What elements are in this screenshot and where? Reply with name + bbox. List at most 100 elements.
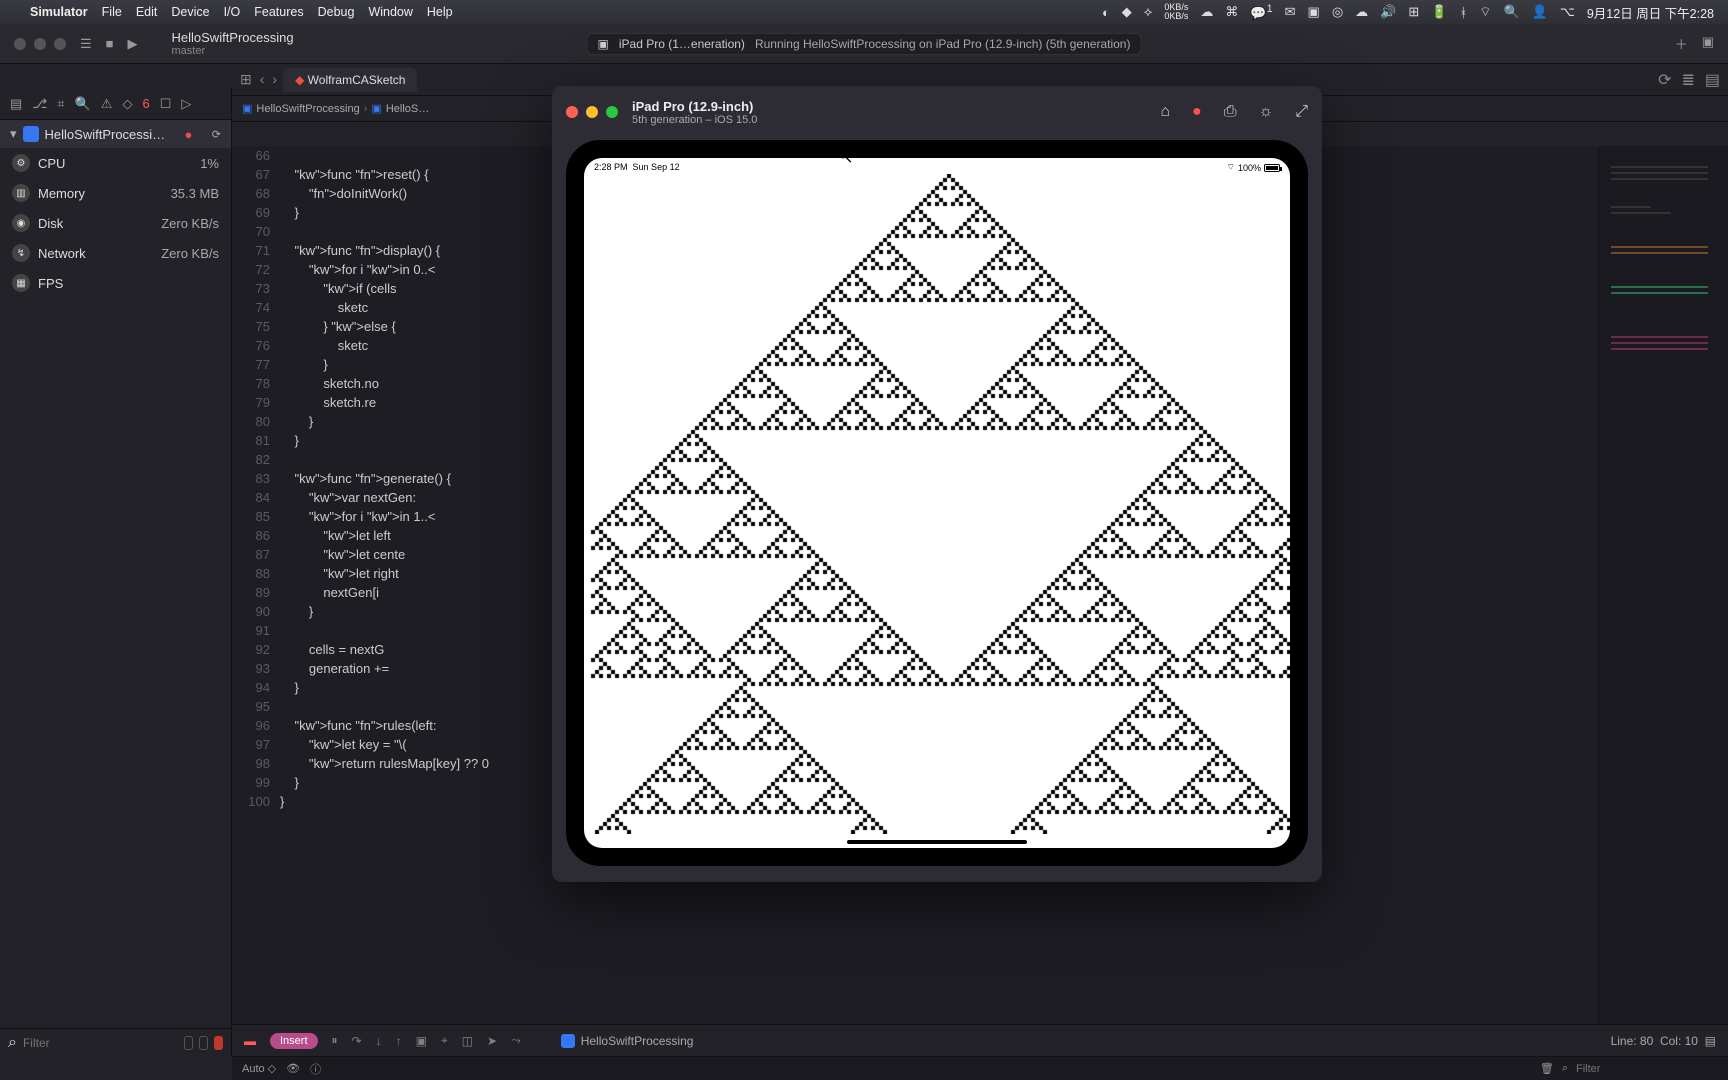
home-indicator[interactable] [847, 840, 1027, 844]
rotate-icon[interactable]: ⤢ [1295, 103, 1308, 121]
appearance-icon[interactable]: ☼ [1259, 103, 1274, 121]
symbol-icon[interactable]: ⌗ [57, 96, 64, 112]
network-speed-icon[interactable]: 0KB/s0KB/s [1164, 3, 1188, 21]
menubar-clock[interactable]: 9月12日 周日 下午2:28 [1587, 3, 1714, 22]
refresh-icon[interactable]: ⟳ [212, 128, 221, 141]
menubar-extra-icon[interactable]: ⌘ [1225, 4, 1238, 20]
menu-io[interactable]: I/O [224, 5, 241, 19]
test-icon[interactable]: ◇ [122, 96, 132, 112]
spotlight-icon[interactable]: 🔍 [1504, 4, 1520, 20]
screenshot-icon[interactable]: ⎙ [1224, 103, 1237, 121]
minimize-icon[interactable] [586, 106, 598, 118]
window-traffic-lights[interactable] [14, 38, 66, 50]
trash-icon[interactable]: 🗑 [1540, 1062, 1554, 1075]
step-out-icon[interactable]: ↑ [396, 1034, 402, 1048]
menubar-extra-icon[interactable]: ☁ [1200, 4, 1213, 20]
menu-help[interactable]: Help [427, 5, 453, 19]
variables-view-mode[interactable]: Auto ◇ [242, 1062, 276, 1075]
jump-bar-nav[interactable]: ⊞‹› [240, 71, 277, 88]
step-into-icon[interactable]: ↓ [376, 1034, 382, 1048]
menubar-extra-icon[interactable]: ⟡ [1144, 4, 1153, 20]
env-overrides-icon[interactable]: ◫ [462, 1034, 473, 1048]
menubar-extra-icon[interactable]: ◎ [1332, 4, 1343, 20]
menubar-extra-icon[interactable]: 💬1 [1250, 3, 1272, 21]
activity-view[interactable]: ▣ iPad Pro (1…eneration) Running HelloSw… [587, 33, 1142, 55]
memory-graph-icon[interactable]: ⌖ [441, 1033, 448, 1048]
panel-icon[interactable]: ▤ [1705, 70, 1720, 90]
folder-icon[interactable]: ▤ [10, 96, 22, 112]
menubar-extra-icon[interactable]: ▣ [1308, 4, 1320, 20]
home-icon[interactable]: ⌂ [1160, 103, 1170, 121]
device-screen[interactable]: 2:28 PM Sun Sep 12 ⌔ 100% [584, 158, 1290, 848]
editor-tab[interactable]: ◆ WolframCASketch [283, 68, 417, 92]
gauge-memory[interactable]: ▥Memory35.3 MB [0, 178, 231, 208]
menubar-extra-icon[interactable]: ✉ [1285, 4, 1296, 20]
panel-icon[interactable]: ▤ [1705, 1034, 1716, 1048]
breakpoint-icon[interactable]: ▷ [181, 96, 191, 112]
menu-edit[interactable]: Edit [136, 5, 158, 19]
filter-scope-icon[interactable] [184, 1036, 193, 1050]
gauge-disk[interactable]: ◉DiskZero KB/s [0, 208, 231, 238]
simulate-icon[interactable]: ⤳ [511, 1033, 521, 1048]
list-icon[interactable]: ≣ [1681, 70, 1694, 90]
zoom-icon[interactable] [606, 106, 618, 118]
refresh-icon[interactable]: ⟳ [1658, 70, 1671, 90]
menubar-extra-icon[interactable]: ◐ [1102, 5, 1110, 20]
close-icon[interactable] [14, 38, 26, 50]
debug-session-row[interactable]: ▾ HelloSwiftProcessi… ● ⟳ [0, 120, 231, 148]
breakpoint-toggle-icon[interactable]: ▬ [244, 1034, 256, 1048]
navigator-selector[interactable]: ▤ ⎇ ⌗ 🔍 ⚠ ◇ 6 ☐ ▷ [0, 88, 231, 120]
minimap[interactable] [1598, 146, 1728, 1024]
wifi-icon[interactable]: ⌔ [1479, 4, 1491, 20]
find-icon[interactable]: 🔍 [75, 96, 91, 112]
metric-label: Disk [38, 216, 63, 231]
menu-device[interactable]: Device [171, 5, 209, 19]
location-icon[interactable]: ➤ [487, 1034, 497, 1048]
debug-icon[interactable]: ☐ [160, 96, 172, 112]
issue-icon[interactable]: ⚠ [101, 96, 113, 112]
crumb-item[interactable]: HelloS… [386, 103, 429, 115]
error-count[interactable]: 6 [142, 96, 149, 111]
process-selector[interactable]: HelloSwiftProcessing [561, 1034, 694, 1048]
menu-features[interactable]: Features [254, 5, 303, 19]
step-over-icon[interactable]: ↷ [352, 1034, 362, 1048]
pause-icon[interactable]: ⏸ [332, 1033, 338, 1048]
debug-view-icon[interactable]: ▣ [416, 1034, 427, 1048]
sidebar-toggle-icon[interactable]: ☰ [80, 36, 92, 52]
record-icon[interactable]: ● [1192, 103, 1202, 121]
stop-button[interactable]: ■ [106, 36, 114, 51]
menubar-extra-icon[interactable]: ◆ [1122, 4, 1132, 20]
menubar-extra-icon[interactable]: ☁︎ [1355, 4, 1368, 20]
gauge-cpu[interactable]: ⚙CPU1% [0, 148, 231, 178]
gauge-fps[interactable]: ▦FPS [0, 268, 231, 298]
gauge-network[interactable]: ↯NetworkZero KB/s [0, 238, 231, 268]
filter-input[interactable] [23, 1036, 178, 1050]
menu-debug[interactable]: Debug [318, 5, 355, 19]
library-icon[interactable]: ▣ [1702, 34, 1714, 53]
window-traffic-lights[interactable] [566, 106, 618, 118]
battery-icon[interactable]: 🔋 [1431, 4, 1447, 20]
menu-window[interactable]: Window [368, 5, 412, 19]
filter-errors-icon[interactable] [214, 1036, 223, 1050]
crumb-item[interactable]: HelloSwiftProcessing [256, 103, 359, 115]
source-control-icon[interactable]: ⎇ [32, 96, 47, 112]
console-filter-input[interactable] [1576, 1063, 1718, 1075]
bluetooth-icon[interactable]: ᚼ [1459, 5, 1467, 20]
simulator-titlebar[interactable]: iPad Pro (12.9-inch) 5th generation – iO… [552, 86, 1322, 138]
scheme-selector[interactable]: HelloSwiftProcessing master [172, 30, 294, 57]
info-icon[interactable]: ⓘ [310, 1061, 321, 1077]
minimize-icon[interactable] [34, 38, 46, 50]
insert-mode-pill[interactable]: Insert [270, 1033, 318, 1049]
menu-file[interactable]: File [102, 5, 122, 19]
add-button[interactable]: ＋ [1675, 34, 1688, 53]
users-icon[interactable]: 👤 [1532, 4, 1548, 20]
close-icon[interactable] [566, 106, 578, 118]
eye-icon[interactable]: 👁 [286, 1062, 300, 1075]
menubar-app-name[interactable]: Simulator [30, 5, 88, 19]
volume-icon[interactable]: 🔊 [1380, 4, 1396, 20]
control-center-icon[interactable]: ⌥ [1560, 4, 1575, 20]
zoom-icon[interactable] [54, 38, 66, 50]
menubar-extra-icon[interactable]: ⊞ [1408, 4, 1419, 20]
run-button[interactable]: ▶ [128, 36, 138, 52]
filter-scope-icon[interactable] [199, 1036, 208, 1050]
